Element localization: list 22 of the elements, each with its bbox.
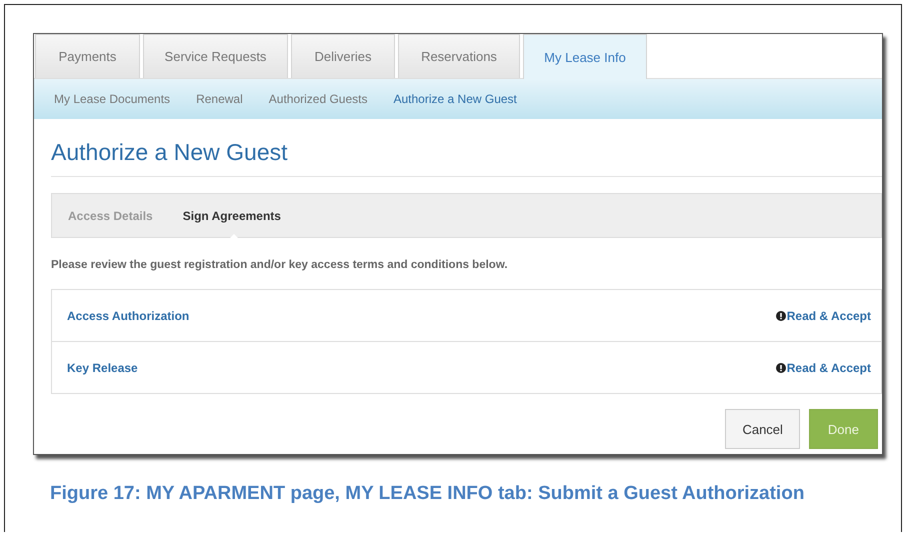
tab[interactable]: Service Requests	[143, 34, 288, 78]
subnav-link[interactable]: Authorize a New Guest	[393, 92, 517, 106]
agreement-name: Key Release	[67, 360, 138, 374]
subnav-link[interactable]: Authorized Guests	[268, 92, 368, 106]
cancel-button[interactable]: Cancel	[725, 409, 800, 449]
tab[interactable]: Payments	[35, 34, 140, 78]
tab[interactable]: Reservations	[398, 34, 520, 78]
alert-icon	[776, 362, 786, 372]
read-accept-link[interactable]: Read & Accept	[786, 308, 871, 322]
step-tab[interactable]: Sign Agreements	[182, 208, 281, 222]
tab[interactable]: Deliveries	[291, 34, 395, 78]
done-button[interactable]: Done	[808, 409, 878, 449]
page-title: Authorize a New Guest	[51, 139, 882, 177]
tab[interactable]: My Lease Info	[523, 34, 647, 79]
read-accept-link[interactable]: Read & Accept	[786, 360, 871, 374]
agreement-name: Access Authorization	[67, 308, 190, 322]
instructions-text: Please review the guest registration and/or key access terms and conditions below.	[51, 259, 509, 271]
subnav-link[interactable]: My Lease Documents	[54, 92, 170, 106]
subnav-link[interactable]: Renewal	[196, 92, 243, 106]
alert-icon	[776, 310, 786, 320]
figure-caption: Figure 17: MY APARMENT page, MY LEASE INFO tab: Submit a Guest Authorization	[50, 483, 806, 505]
step-tab[interactable]: Access Details	[68, 208, 153, 222]
